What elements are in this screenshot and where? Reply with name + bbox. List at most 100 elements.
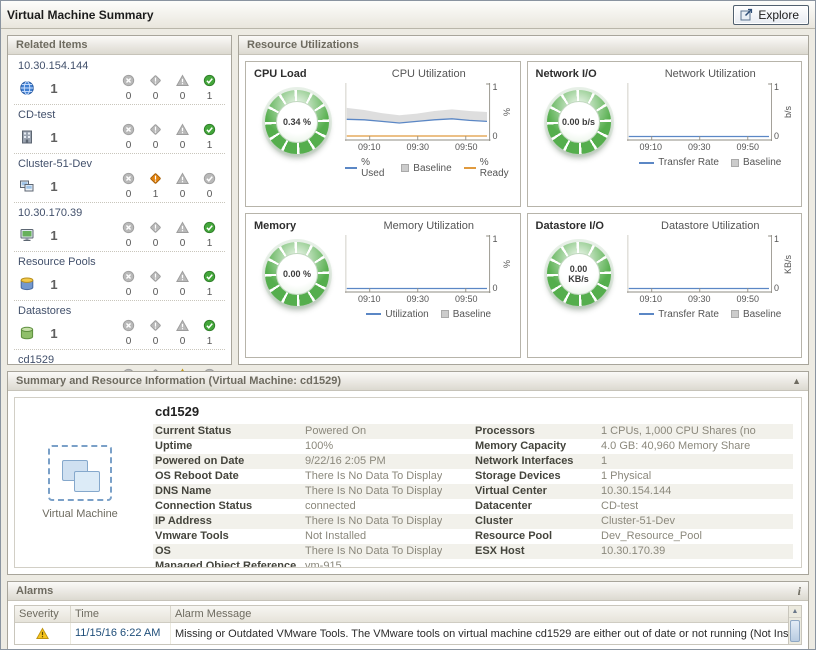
summary-row: Storage Devices1 Physical [473, 469, 793, 484]
status-count: 1 [153, 189, 159, 200]
summary-row: Vmware ToolsNot Installed [153, 529, 473, 544]
fatal-status-icon [122, 123, 135, 139]
column-header-time[interactable]: Time [71, 606, 171, 622]
network-gauge[interactable]: 0.00 b/s [547, 90, 611, 154]
scrollbar-up-arrow-icon[interactable]: ▲ [789, 606, 801, 618]
related-item-name[interactable]: Cluster-51-Dev [18, 158, 223, 170]
summary-label: Processors [473, 424, 601, 439]
memory-chart[interactable] [345, 235, 491, 293]
status-cell-fatal[interactable]: 0 [115, 270, 142, 298]
summary-body: Virtual Machine cd1529 Current StatusPow… [14, 397, 802, 568]
summary-value: There Is No Data To Display [305, 514, 442, 529]
resource-utilizations-header: Resource Utilizations [239, 36, 808, 55]
summary-label: Managed Object Reference [153, 559, 305, 568]
normal-status-icon [203, 319, 216, 335]
memory-gauge[interactable]: 0.00 % [265, 242, 329, 306]
entity-label: Virtual Machine [42, 508, 118, 520]
status-cell-warning[interactable]: 0 [169, 123, 196, 151]
legend-line-marker [639, 313, 654, 315]
explore-button[interactable]: Explore [733, 5, 809, 25]
related-item-name[interactable]: cd1529 [18, 354, 223, 366]
related-item-row[interactable]: Cluster-51-Dev10100 [14, 154, 225, 203]
y-tick-max: 1 [493, 83, 501, 92]
status-cell-fatal[interactable]: 0 [115, 319, 142, 347]
related-item-count: 1 [38, 179, 70, 194]
warning-severity-icon [15, 623, 71, 644]
related-items-title: Related Items [16, 39, 88, 51]
alarms-scrollbar[interactable]: ▲ [788, 606, 801, 644]
status-cell-critical[interactable]: 0 [142, 221, 169, 249]
explore-icon [740, 8, 753, 21]
info-icon[interactable]: i [798, 582, 801, 600]
legend-item: % Used [345, 157, 389, 179]
related-item-row[interactable]: 10.30.154.14410001 [14, 56, 225, 105]
alarm-row[interactable]: 11/15/16 6:22 AMMissing or Outdated VMwa… [15, 623, 788, 644]
datastore-chart[interactable] [627, 235, 773, 293]
summary-label: Memory Capacity [473, 439, 601, 454]
legend-item: % Ready [464, 157, 513, 179]
status-cell-fatal[interactable]: 0 [115, 74, 142, 102]
status-cell-fatal[interactable]: 0 [115, 123, 142, 151]
warning-status-icon [176, 319, 189, 335]
status-cell-normal[interactable]: 1 [196, 74, 223, 102]
status-cell-critical[interactable]: 1 [142, 172, 169, 200]
legend-line-marker [639, 162, 654, 164]
host-icon [16, 227, 38, 243]
related-item-row[interactable]: Resource Pools10001 [14, 252, 225, 301]
status-count: 1 [207, 238, 213, 249]
status-cell-warning[interactable]: 0 [169, 74, 196, 102]
related-item-name[interactable]: CD-test [18, 109, 223, 121]
related-item-row[interactable]: Datastores10001 [14, 301, 225, 350]
network-chart[interactable] [627, 83, 773, 141]
related-item-name[interactable]: Datastores [18, 305, 223, 317]
scrollbar-thumb[interactable] [790, 620, 800, 642]
normal-status-icon [203, 270, 216, 286]
fatal-status-icon [122, 319, 135, 335]
related-item-row[interactable]: CD-test10001 [14, 105, 225, 154]
cpu-chart[interactable] [345, 83, 491, 141]
status-cell-fatal[interactable]: 0 [115, 172, 142, 200]
datastore-gauge[interactable]: 0.00 KB/s [547, 242, 611, 306]
fatal-status-icon [122, 221, 135, 237]
resource-pool-icon [16, 276, 38, 292]
collapse-icon[interactable]: ▲ [792, 372, 801, 390]
status-cell-warning[interactable]: 0 [169, 172, 196, 200]
explore-label: Explore [758, 8, 799, 22]
related-item-name[interactable]: 10.30.170.39 [18, 207, 223, 219]
status-cell-critical[interactable]: 0 [142, 74, 169, 102]
status-count: 0 [153, 238, 159, 249]
virtual-machine-large-icon [48, 445, 112, 501]
y-tick-max: 1 [774, 235, 782, 244]
x-tick: 09:30 [688, 142, 711, 152]
status-cell-warning[interactable]: 0 [169, 319, 196, 347]
status-cell-normal[interactable]: 1 [196, 123, 223, 151]
summary-value: 4.0 GB: 40,960 Memory Share [601, 439, 750, 454]
y-axis-unit: b/s [782, 83, 794, 141]
x-tick: 09:50 [736, 142, 759, 152]
status-cell-normal[interactable]: 1 [196, 221, 223, 249]
status-cell-normal[interactable]: 1 [196, 270, 223, 298]
summary-row: Managed Object Referencevm-915 [153, 559, 473, 568]
status-cell-critical[interactable]: 0 [142, 270, 169, 298]
status-count: 0 [153, 287, 159, 298]
column-header-alarm-message[interactable]: Alarm Message [171, 606, 788, 622]
summary-left-column: Current StatusPowered OnUptime100%Powere… [153, 424, 473, 568]
summary-label: IP Address [153, 514, 305, 529]
related-item-name[interactable]: 10.30.154.144 [18, 60, 223, 72]
column-header-severity[interactable]: Severity [15, 606, 71, 622]
status-cell-normal[interactable]: 1 [196, 319, 223, 347]
status-cell-warning[interactable]: 0 [169, 270, 196, 298]
related-item-row[interactable]: 10.30.170.3910001 [14, 203, 225, 252]
status-cell-critical[interactable]: 0 [142, 123, 169, 151]
status-cell-warning[interactable]: 0 [169, 221, 196, 249]
related-item-name[interactable]: Resource Pools [18, 256, 223, 268]
cpu-gauge[interactable]: 0.34 % [265, 90, 329, 154]
status-count: 0 [180, 336, 186, 347]
status-cell-normal[interactable]: 0 [196, 172, 223, 200]
status-cell-fatal[interactable]: 0 [115, 221, 142, 249]
critical-status-icon [149, 123, 162, 139]
summary-value: 9/22/16 2:05 PM [305, 454, 386, 469]
summary-value: 10.30.170.39 [601, 544, 665, 559]
status-cell-critical[interactable]: 0 [142, 319, 169, 347]
legend-box-marker [731, 159, 739, 167]
